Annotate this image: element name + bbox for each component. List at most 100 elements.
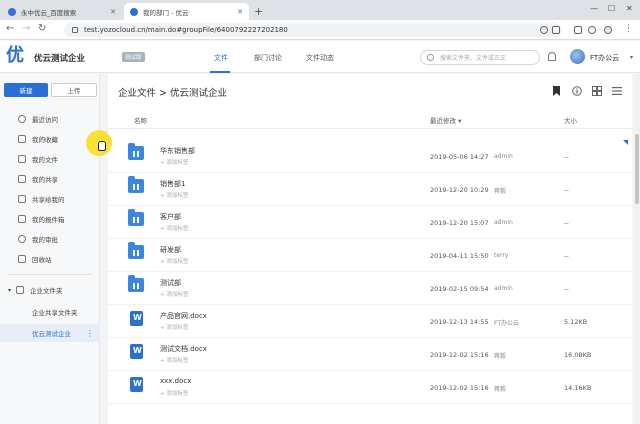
- search-placeholder: 搜索文件夹、文件或正文: [440, 55, 507, 62]
- add-tag-link[interactable]: + 添加标签: [160, 323, 188, 331]
- maximize-icon[interactable]: ☐: [608, 4, 615, 13]
- close-tab-icon[interactable]: ✕: [237, 8, 243, 16]
- key-icon[interactable]: [540, 26, 548, 34]
- browser-toolbar: ← → ↻ test.yozocloud.cn/main.do#groupFil…: [0, 20, 640, 40]
- lock-icon: [72, 27, 78, 33]
- chevron-down-icon[interactable]: ▾: [630, 54, 633, 61]
- close-window-icon[interactable]: ✕: [626, 4, 633, 13]
- close-tab-icon[interactable]: ✕: [110, 8, 116, 16]
- modified-date: 2019-12-13 14:55: [430, 318, 489, 326]
- user-name[interactable]: FT办公云: [590, 53, 619, 63]
- table-row[interactable]: 产品官网.docx + 添加标签 2019-12-13 14:55 FT办公云 …: [108, 305, 632, 338]
- reload-icon[interactable]: ↻: [38, 23, 46, 34]
- add-tag-link[interactable]: + 添加标签: [160, 290, 188, 298]
- file-name[interactable]: 研发部: [160, 245, 181, 255]
- sidebar-item-yozo-test[interactable]: 优云测试企业 ⋮: [0, 324, 100, 342]
- sidebar-item-shared-with-me[interactable]: 共享给我的: [0, 190, 100, 208]
- file-name[interactable]: 产品官网.docx: [160, 311, 207, 321]
- table-row[interactable]: 测试部 + 添加标签 2019-02-15 09:54 admin --: [108, 272, 632, 305]
- yozo-favicon-icon: [130, 7, 138, 16]
- add-tag-link[interactable]: + 添加标签: [160, 158, 188, 166]
- nav-dept-discussion[interactable]: 部门讨论: [254, 53, 282, 63]
- modified-by: 蒋毅: [494, 386, 507, 393]
- file-name[interactable]: 华东销售部: [160, 146, 195, 156]
- add-tag-link[interactable]: + 添加标签: [160, 191, 188, 199]
- active-nav-indicator: [210, 71, 230, 73]
- browser-tab-yozo[interactable]: 我的部门 - 优云 ✕: [124, 3, 249, 20]
- sidebar-item-label: 我的审批: [32, 236, 58, 244]
- add-tag-link[interactable]: + 添加标签: [160, 389, 188, 397]
- list-view-icon[interactable]: [612, 86, 622, 96]
- sidebar-item-label: 我的文件: [32, 156, 58, 164]
- sidebar: 新建 上传 最近访问 我的收藏 我的文件 我的共享 共享给我的 我的报件箱 我的…: [0, 74, 100, 424]
- column-header-size[interactable]: 大小: [564, 115, 577, 125]
- sidebar-group-label: 企业文件夹: [30, 287, 63, 295]
- table-row[interactable]: 客户部 + 添加标签 2019-12-20 15:07 admin --: [108, 206, 632, 239]
- add-tag-link[interactable]: + 添加标签: [160, 224, 188, 232]
- shared-corner-mark: [623, 140, 628, 145]
- sidebar-item-inbox[interactable]: 我的报件箱: [0, 210, 100, 228]
- modified-by: terry: [494, 252, 509, 259]
- add-tag-link[interactable]: + 添加标签: [160, 257, 188, 265]
- sidebar-item-approvals[interactable]: 我的审批: [0, 230, 100, 248]
- modified-by: 蒋毅: [494, 353, 507, 360]
- file-name[interactable]: xxx.docx: [160, 377, 191, 385]
- sidebar-item-favorites[interactable]: 我的收藏: [0, 130, 100, 148]
- minimize-icon[interactable]: —: [590, 4, 598, 13]
- folder-icon: [128, 275, 144, 292]
- folder-icon: [18, 155, 26, 163]
- table-row[interactable]: 华东销售部 + 添加标签 2019-05-06 14:27 admin --: [108, 140, 632, 173]
- modified-date: 2019-05-06 14:27: [430, 153, 489, 161]
- column-header-name[interactable]: 名称: [134, 115, 147, 125]
- nav-file-activity[interactable]: 文件动态: [306, 53, 334, 63]
- search-input[interactable]: 搜索文件夹、文件或正文: [420, 50, 540, 65]
- modified-date: 2019-12-02 15:16: [430, 384, 489, 392]
- modified-date: 2019-12-20 10:29: [430, 186, 489, 194]
- sidebar-item-enterprise-shared[interactable]: 企业共享文件夹: [0, 303, 100, 321]
- folder-icon: [128, 143, 144, 160]
- column-header-modified-label: 最近修改: [430, 117, 456, 125]
- sidebar-item-trash[interactable]: 回收站: [0, 250, 100, 268]
- url-text: test.yozocloud.cn/main.do#groupFile/6400…: [84, 26, 288, 34]
- table-row[interactable]: xxx.docx + 添加标签 2019-12-02 15:16 蒋毅 14.1…: [108, 371, 632, 404]
- file-name[interactable]: 销售部1: [160, 179, 185, 189]
- new-button[interactable]: 新建: [4, 83, 48, 97]
- file-name[interactable]: 测试文档.docx: [160, 344, 207, 354]
- back-icon[interactable]: ←: [6, 23, 14, 34]
- more-icon[interactable]: ⋮: [86, 329, 94, 338]
- column-header-modified[interactable]: 最近修改 ▾: [430, 115, 461, 125]
- modified-date: 2019-02-15 09:54: [430, 285, 489, 293]
- block-icon[interactable]: [588, 26, 596, 34]
- browser-menu-icon[interactable]: ⋮: [624, 24, 633, 34]
- tab-title: 永中优云_百度搜索: [21, 8, 77, 17]
- sidebar-item-my-files[interactable]: 我的文件: [0, 150, 100, 168]
- address-bar[interactable]: test.yozocloud.cn/main.do#groupFile/6400…: [64, 23, 562, 37]
- add-tag-link[interactable]: + 添加标签: [160, 356, 188, 364]
- trash-icon: [18, 255, 26, 263]
- new-tab-icon[interactable]: +: [254, 5, 263, 18]
- sidebar-group-enterprise[interactable]: ▾ 企业文件夹: [0, 281, 100, 299]
- table-row[interactable]: 销售部1 + 添加标签 2019-12-20 10:29 蒋毅 --: [108, 173, 632, 206]
- header-divider: [108, 128, 632, 129]
- file-name[interactable]: 测试部: [160, 278, 181, 288]
- profile-icon[interactable]: [604, 26, 612, 34]
- sidebar-item-my-shares[interactable]: 我的共享: [0, 170, 100, 188]
- bookmark-icon[interactable]: [552, 86, 561, 96]
- grid-view-icon[interactable]: [592, 86, 602, 96]
- avatar[interactable]: [570, 49, 585, 64]
- page-scrollbar[interactable]: [634, 74, 640, 424]
- bell-icon[interactable]: [548, 52, 556, 61]
- browser-tab-baidu[interactable]: 永中优云_百度搜索 ✕: [2, 3, 122, 20]
- scrollbar-thumb[interactable]: [635, 134, 639, 204]
- upload-button[interactable]: 上传: [51, 83, 97, 97]
- bookmark-star-icon[interactable]: [552, 26, 560, 34]
- table-row[interactable]: 研发部 + 添加标签 2019-04-11 15:50 terry --: [108, 239, 632, 272]
- info-icon[interactable]: [572, 86, 582, 96]
- sidebar-item-recent[interactable]: 最近访问: [0, 110, 100, 128]
- nav-files[interactable]: 文件: [214, 53, 228, 63]
- extension-icon[interactable]: [574, 26, 582, 34]
- file-name[interactable]: 客户部: [160, 212, 181, 222]
- modified-date: 2019-12-20 15:07: [430, 219, 489, 227]
- forward-icon[interactable]: →: [22, 23, 30, 34]
- table-row[interactable]: 测试文档.docx + 添加标签 2019-12-02 15:16 蒋毅 16.…: [108, 338, 632, 371]
